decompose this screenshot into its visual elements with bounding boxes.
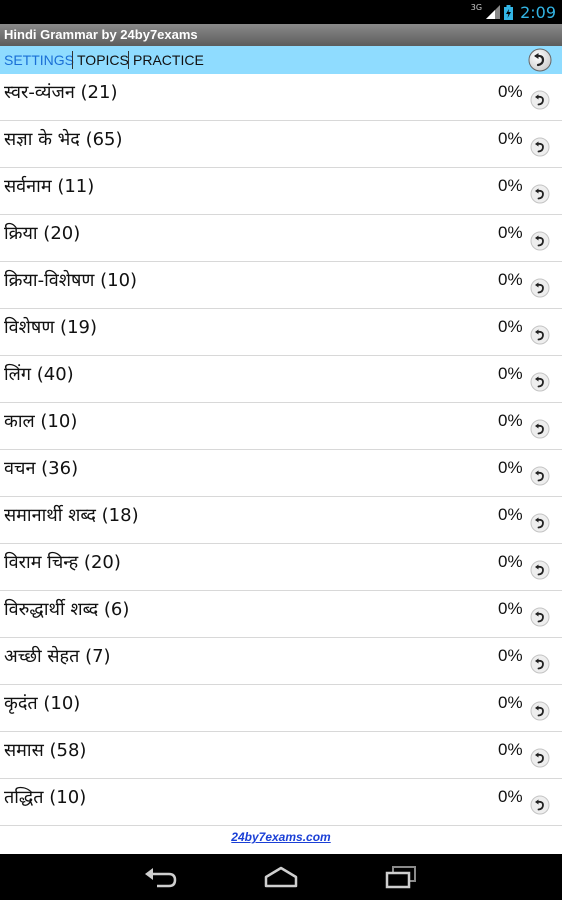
topic-label: सर्वनाम (11)	[4, 176, 95, 197]
tab-topics[interactable]: TOPICS	[77, 52, 129, 68]
reset-arrow-icon[interactable]	[530, 419, 550, 439]
battery-icon	[504, 4, 514, 20]
website-link[interactable]: 24by7exams.com	[231, 830, 330, 844]
reset-arrow-icon[interactable]	[530, 795, 550, 815]
topic-progress: 0%	[498, 458, 523, 477]
status-icons: 3G 2:09	[471, 2, 556, 22]
tab-bar: SETTINGS TOPICS PRACTICE	[0, 46, 562, 74]
topic-row[interactable]: क्रिया-विशेषण (10) 0%	[0, 262, 562, 309]
topic-progress: 0%	[498, 364, 523, 383]
topic-row[interactable]: विराम चिन्ह (20) 0%	[0, 544, 562, 591]
topic-label: विशेषण (19)	[4, 317, 97, 338]
back-icon[interactable]	[141, 862, 181, 892]
topic-progress: 0%	[498, 693, 523, 712]
topic-label: स्वर-व्यंजन (21)	[4, 82, 118, 103]
topic-label: काल (10)	[4, 411, 78, 432]
reset-arrow-icon[interactable]	[530, 560, 550, 580]
signal-icon	[486, 5, 501, 19]
topic-progress: 0%	[498, 646, 523, 665]
network-type-label: 3G	[470, 2, 483, 12]
reset-arrow-icon[interactable]	[530, 513, 550, 533]
tab-divider	[72, 51, 73, 69]
app-title-bar: Hindi Grammar by 24by7exams	[0, 24, 562, 46]
topic-label: समास (58)	[4, 740, 87, 761]
navigation-bar	[0, 854, 562, 900]
footer: 24by7exams.com	[0, 826, 562, 854]
topic-label: विराम चिन्ह (20)	[4, 552, 121, 573]
topic-label: कृदंत (10)	[4, 693, 81, 714]
topic-row[interactable]: समानार्थी शब्द (18) 0%	[0, 497, 562, 544]
reset-arrow-icon[interactable]	[530, 372, 550, 392]
reset-arrow-icon[interactable]	[530, 607, 550, 627]
clock: 2:09	[520, 2, 556, 22]
topic-row[interactable]: सर्वनाम (11) 0%	[0, 168, 562, 215]
refresh-icon[interactable]	[528, 48, 552, 72]
app-title: Hindi Grammar by 24by7exams	[4, 27, 198, 42]
topic-row[interactable]: क्रिया (20) 0%	[0, 215, 562, 262]
tab-divider	[128, 51, 129, 69]
topic-row[interactable]: अच्छी सेहत (7) 0%	[0, 638, 562, 685]
topic-row[interactable]: स्वर-व्यंजन (21) 0%	[0, 74, 562, 121]
topic-row[interactable]: काल (10) 0%	[0, 403, 562, 450]
topic-progress: 0%	[498, 82, 523, 101]
reset-arrow-icon[interactable]	[530, 654, 550, 674]
reset-arrow-icon[interactable]	[530, 231, 550, 251]
topic-progress: 0%	[498, 505, 523, 524]
topic-row[interactable]: तद्धित (10) 0%	[0, 779, 562, 826]
topic-progress: 0%	[498, 411, 523, 430]
topic-progress: 0%	[498, 176, 523, 195]
topic-progress: 0%	[498, 740, 523, 759]
topic-progress: 0%	[498, 787, 523, 806]
topic-row[interactable]: कृदंत (10) 0%	[0, 685, 562, 732]
reset-arrow-icon[interactable]	[530, 184, 550, 204]
topic-label: क्रिया (20)	[4, 223, 81, 244]
topic-label: अच्छी सेहत (7)	[4, 646, 111, 667]
reset-arrow-icon[interactable]	[530, 466, 550, 486]
reset-arrow-icon[interactable]	[530, 137, 550, 157]
topic-list[interactable]: स्वर-व्यंजन (21) 0% सज्ञा के भेद (65) 0% सर्…	[0, 74, 562, 826]
topic-label: वचन (36)	[4, 458, 79, 479]
topic-row[interactable]: वचन (36) 0%	[0, 450, 562, 497]
topic-label: तद्धित (10)	[4, 787, 87, 808]
topic-label: लिंग (40)	[4, 364, 74, 385]
topic-progress: 0%	[498, 552, 523, 571]
topic-label: समानार्थी शब्द (18)	[4, 505, 139, 526]
status-bar: 3G 2:09	[0, 0, 562, 24]
home-icon[interactable]	[261, 862, 301, 892]
topic-progress: 0%	[498, 599, 523, 618]
topic-label: विरुद्धार्थी शब्द (6)	[4, 599, 130, 620]
topic-row[interactable]: लिंग (40) 0%	[0, 356, 562, 403]
topic-row[interactable]: समास (58) 0%	[0, 732, 562, 779]
reset-arrow-icon[interactable]	[530, 278, 550, 298]
topic-row[interactable]: विशेषण (19) 0%	[0, 309, 562, 356]
tab-practice[interactable]: PRACTICE	[133, 52, 204, 68]
topic-label: सज्ञा के भेद (65)	[4, 129, 123, 150]
topic-progress: 0%	[498, 317, 523, 336]
topic-row[interactable]: विरुद्धार्थी शब्द (6) 0%	[0, 591, 562, 638]
topic-progress: 0%	[498, 223, 523, 242]
reset-arrow-icon[interactable]	[530, 90, 550, 110]
recent-apps-icon[interactable]	[381, 862, 421, 892]
reset-arrow-icon[interactable]	[530, 325, 550, 345]
topic-row[interactable]: सज्ञा के भेद (65) 0%	[0, 121, 562, 168]
reset-arrow-icon[interactable]	[530, 748, 550, 768]
topic-progress: 0%	[498, 270, 523, 289]
tab-settings[interactable]: SETTINGS	[4, 52, 74, 68]
topic-progress: 0%	[498, 129, 523, 148]
topic-label: क्रिया-विशेषण (10)	[4, 270, 138, 291]
reset-arrow-icon[interactable]	[530, 701, 550, 721]
